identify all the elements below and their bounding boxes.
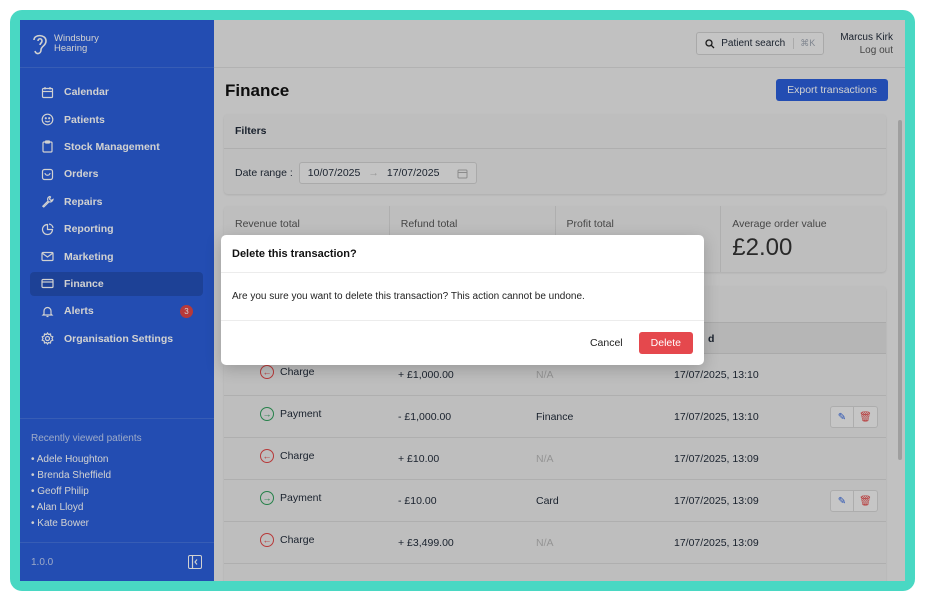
delete-button[interactable]: Delete	[638, 332, 693, 354]
app-window: Windsbury Hearing Calendar Patients Stoc…	[20, 20, 905, 581]
dialog-title: Delete this transaction?	[221, 235, 704, 273]
cancel-button[interactable]: Cancel	[590, 337, 623, 349]
dialog-actions: Cancel Delete	[221, 321, 704, 365]
delete-transaction-dialog: Delete this transaction? Are you sure yo…	[221, 235, 704, 365]
dialog-message: Are you sure you want to delete this tra…	[221, 273, 704, 321]
